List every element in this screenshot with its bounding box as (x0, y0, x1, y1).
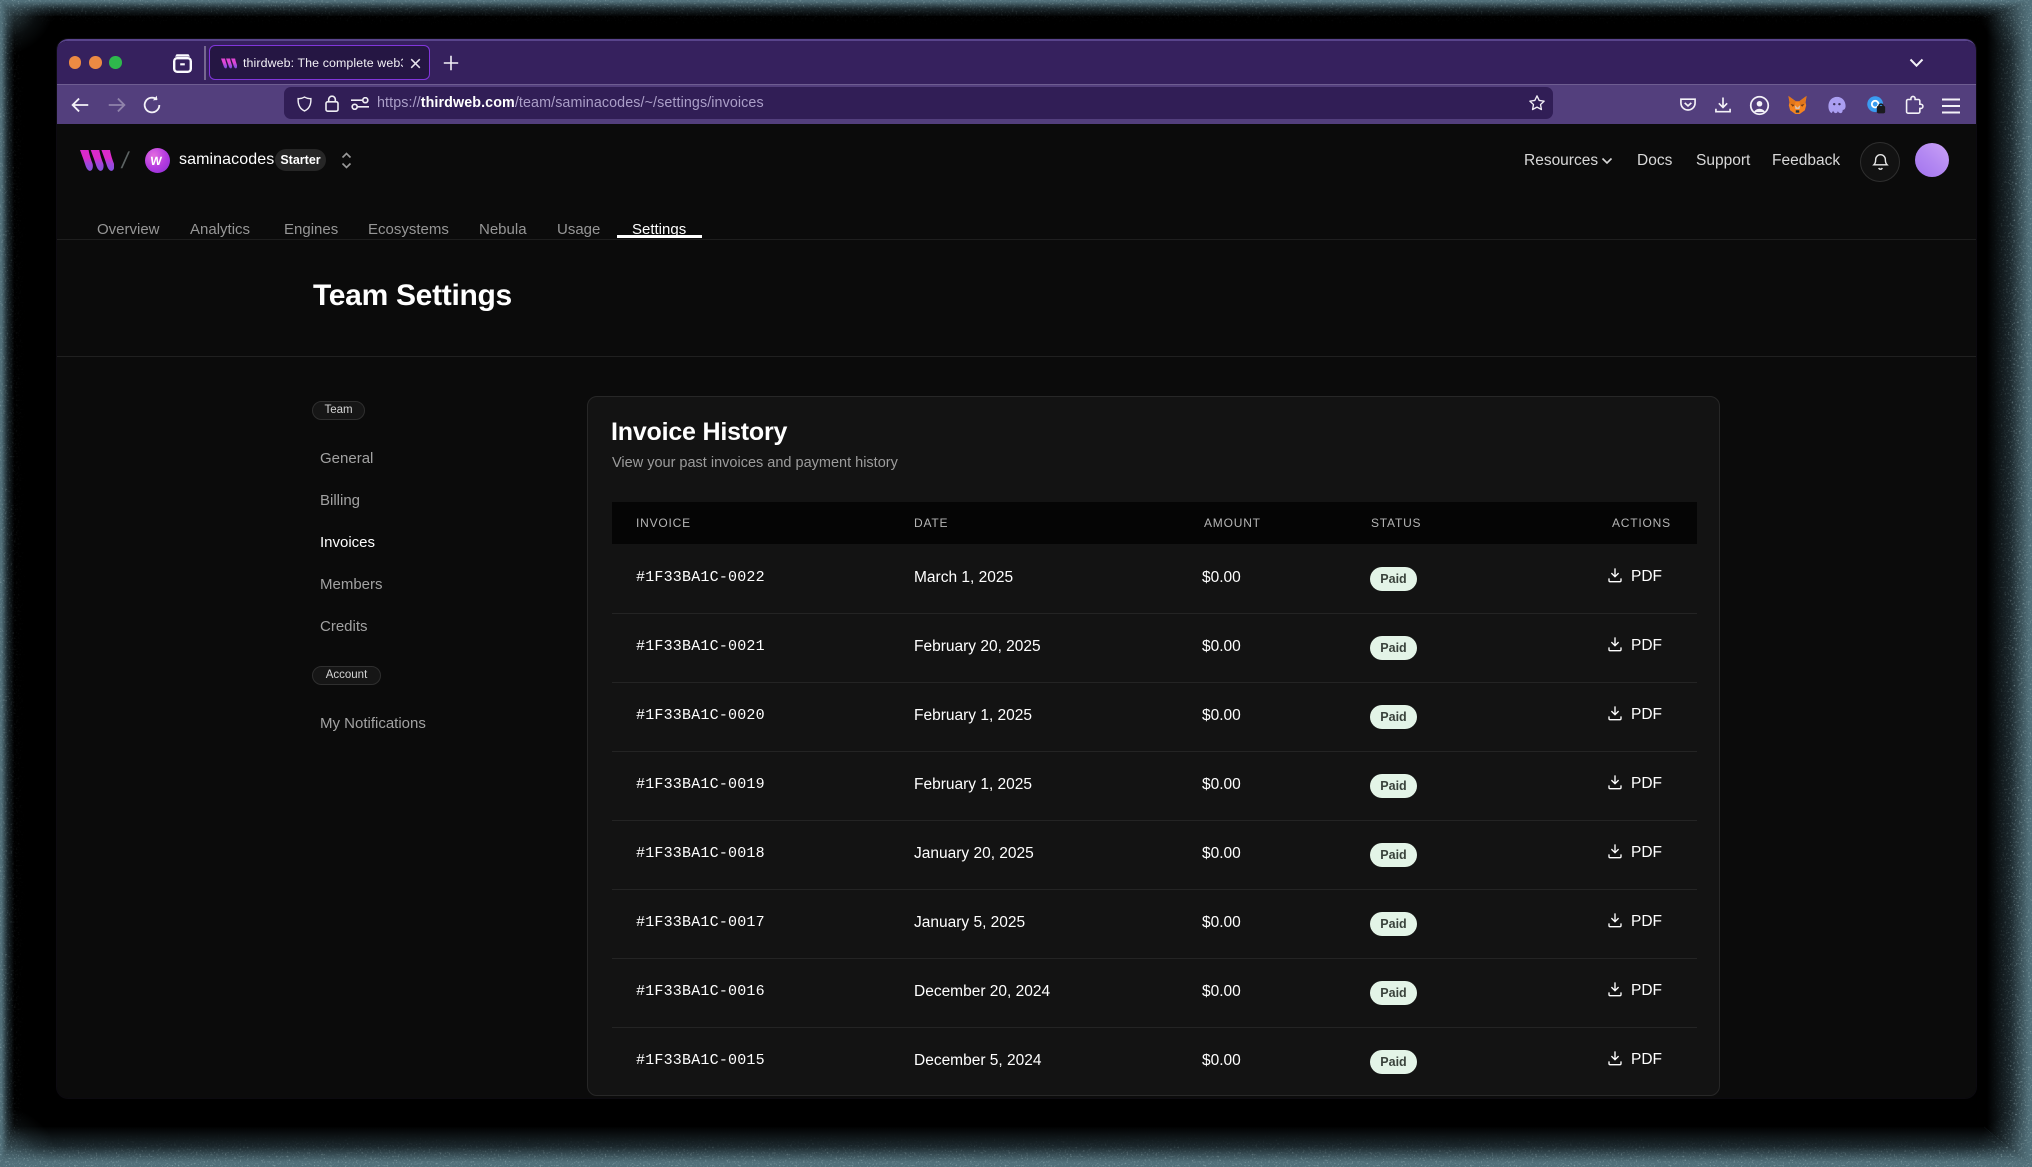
svg-text:W: W (150, 154, 163, 168)
